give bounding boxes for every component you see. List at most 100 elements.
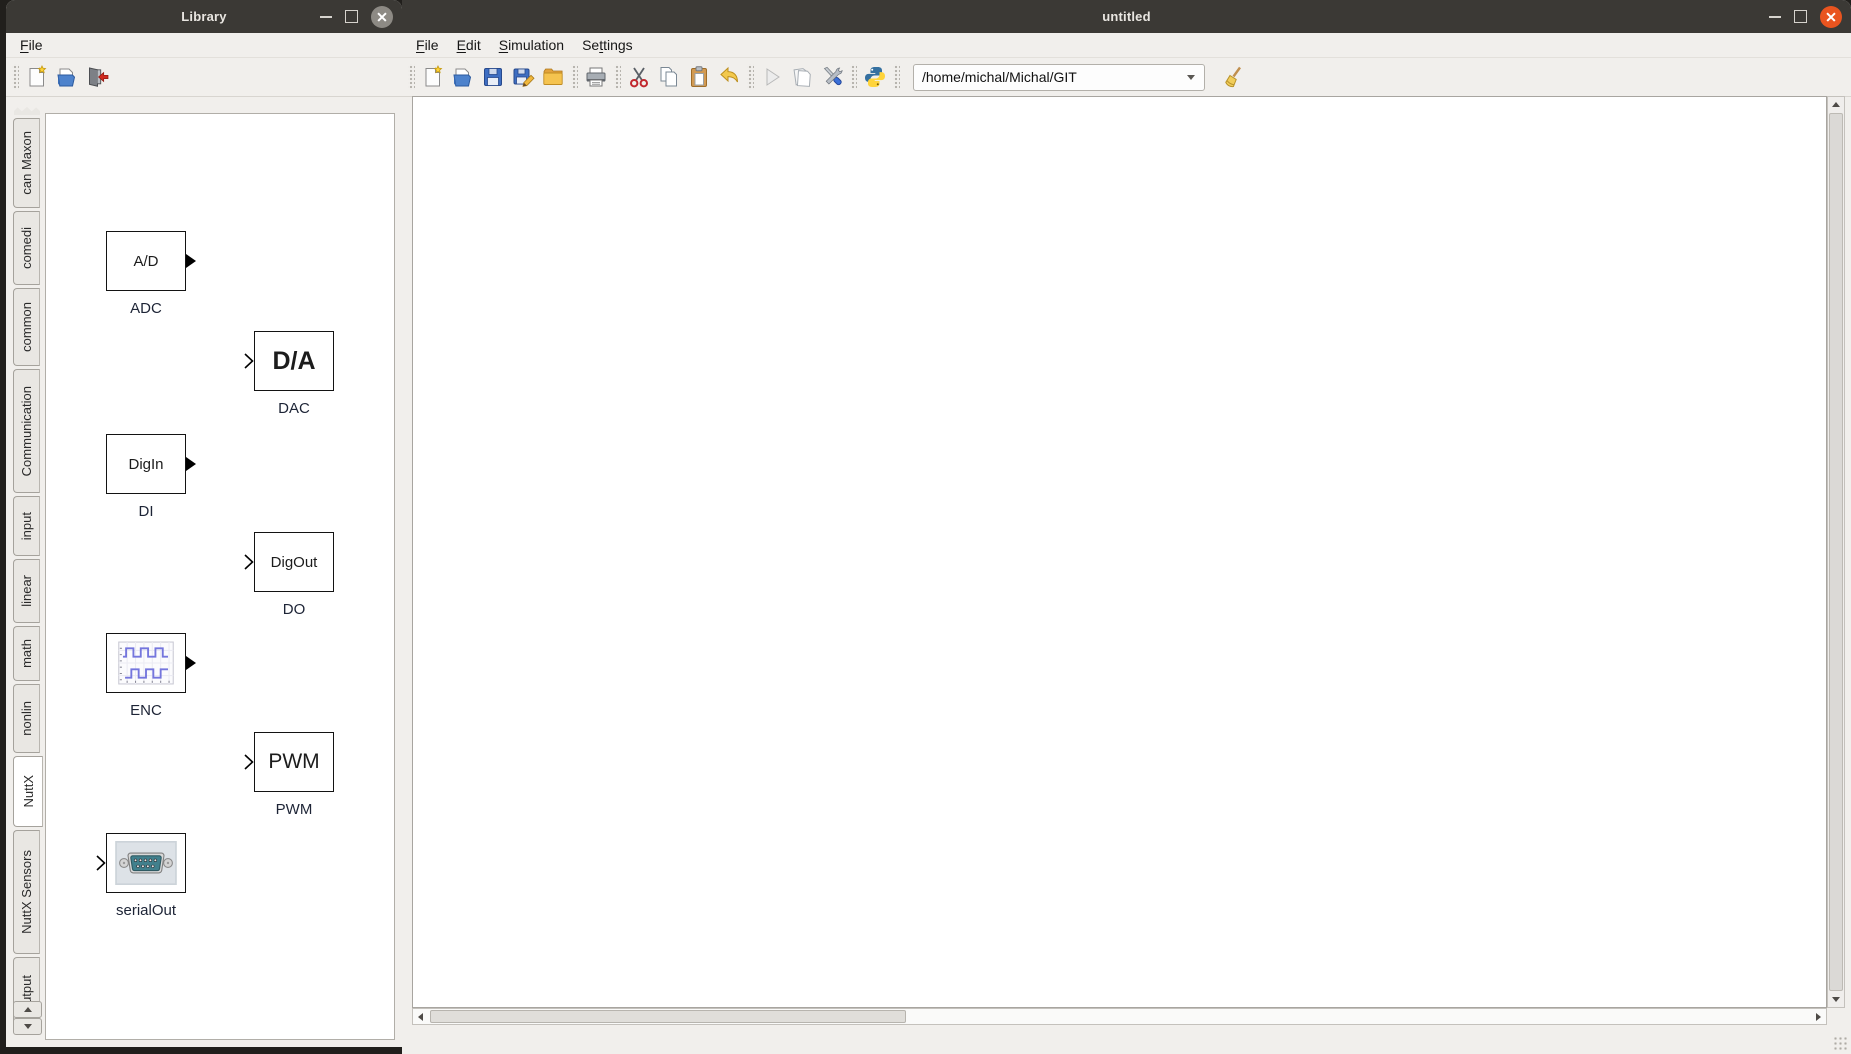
tab-label: linear xyxy=(19,575,34,607)
toolbar-drag-handle[interactable] xyxy=(408,64,415,90)
library-tabstrip: can Maxon comedi common Communication in… xyxy=(13,106,40,1030)
scroll-up-button[interactable] xyxy=(1828,97,1844,112)
copy-button[interactable] xyxy=(654,62,684,92)
library-canvas[interactable]: A/D ADC D/A DAC DigIn DI DigOut DO xyxy=(45,113,395,1040)
library-tab-math[interactable]: math xyxy=(13,626,40,681)
vertical-scrollbar[interactable] xyxy=(1827,96,1845,1008)
menu-label-accel: S xyxy=(499,37,508,53)
new-file-button[interactable] xyxy=(418,62,448,92)
block-pwm[interactable]: PWM xyxy=(254,732,334,792)
tools-button[interactable] xyxy=(817,62,847,92)
duplicate-button[interactable] xyxy=(787,62,817,92)
scroll-right-button[interactable] xyxy=(1811,1009,1826,1024)
open-folder-button[interactable] xyxy=(538,62,568,92)
tab-label: NuttX Sensors xyxy=(19,850,34,934)
diagram-canvas[interactable] xyxy=(412,96,1827,1008)
block-serialout[interactable] xyxy=(106,833,186,893)
save-as-button[interactable] xyxy=(508,62,538,92)
library-toolbar xyxy=(6,58,402,97)
window-controls xyxy=(320,0,393,33)
path-combobox[interactable]: /home/michal/Michal/GIT xyxy=(913,64,1205,91)
close-button[interactable] xyxy=(1820,6,1842,28)
exit-button[interactable] xyxy=(82,62,112,92)
cut-button[interactable] xyxy=(624,62,654,92)
right-arrow-icon xyxy=(1816,1013,1821,1021)
tab-scroll-up-button[interactable] xyxy=(13,1001,42,1018)
clean-button[interactable] xyxy=(1217,62,1247,92)
scroll-left-button[interactable] xyxy=(413,1009,428,1024)
maximize-button[interactable] xyxy=(1794,10,1807,23)
library-tab-nuttx-sensors[interactable]: NuttX Sensors xyxy=(13,830,40,954)
library-tab-input[interactable]: input xyxy=(13,496,40,556)
print-button[interactable] xyxy=(581,62,611,92)
input-port-icon[interactable] xyxy=(96,855,106,871)
save-icon xyxy=(481,65,505,89)
library-tab-nuttx[interactable]: NuttX xyxy=(13,756,43,827)
run-icon xyxy=(760,65,784,89)
toolbar-separator xyxy=(614,64,621,90)
block-text: PWM xyxy=(268,750,319,774)
new-file-button[interactable] xyxy=(22,62,52,92)
library-tab-common[interactable]: common xyxy=(13,288,40,366)
library-tab-can-maxon[interactable]: can Maxon xyxy=(13,118,40,208)
maximize-button[interactable] xyxy=(345,10,358,23)
toolbar-separator xyxy=(571,64,578,90)
menu-settings[interactable]: Settings xyxy=(573,33,642,57)
menu-edit[interactable]: Edit xyxy=(448,33,490,57)
clean-icon xyxy=(1220,65,1244,89)
menu-label-post: ile xyxy=(425,37,439,53)
tab-label: NuttX xyxy=(21,775,36,808)
library-tab-linear[interactable]: linear xyxy=(13,559,40,623)
block-dac[interactable]: D/A xyxy=(254,331,334,391)
block-do[interactable]: DigOut xyxy=(254,532,334,592)
block-label: PWM xyxy=(214,801,374,818)
menu-label-post: ile xyxy=(29,37,43,53)
library-titlebar[interactable]: Library xyxy=(6,0,402,33)
tab-label: input xyxy=(19,512,34,540)
open-icon xyxy=(451,65,475,89)
minimize-button[interactable] xyxy=(1769,16,1781,18)
menu-file[interactable]: File xyxy=(407,33,448,57)
encoder-waveform-icon xyxy=(115,641,177,685)
menu-simulation[interactable]: Simulation xyxy=(490,33,573,57)
paste-icon xyxy=(687,65,711,89)
python-button[interactable] xyxy=(860,62,890,92)
output-port-icon[interactable] xyxy=(186,457,196,471)
untitled-titlebar[interactable]: untitled xyxy=(402,0,1851,33)
toolbar-drag-handle[interactable] xyxy=(12,64,19,90)
library-tab-comedi[interactable]: comedi xyxy=(13,211,40,285)
tab-label: math xyxy=(19,639,34,668)
library-tab-nonlin[interactable]: nonlin xyxy=(13,684,40,753)
paste-button[interactable] xyxy=(684,62,714,92)
input-port-icon[interactable] xyxy=(244,554,254,570)
menu-label-post: imulation xyxy=(508,37,564,53)
open-button[interactable] xyxy=(448,62,478,92)
output-port-icon[interactable] xyxy=(186,254,196,268)
minimize-button[interactable] xyxy=(320,16,332,18)
close-button[interactable] xyxy=(371,6,393,28)
save-button[interactable] xyxy=(478,62,508,92)
menu-file[interactable]: File xyxy=(11,33,52,57)
input-port-icon[interactable] xyxy=(244,754,254,770)
run-button[interactable] xyxy=(757,62,787,92)
vertical-scrollbar-thumb[interactable] xyxy=(1829,113,1843,991)
block-enc[interactable] xyxy=(106,633,186,693)
scroll-down-button[interactable] xyxy=(1828,992,1844,1007)
tab-scroll-down-button[interactable] xyxy=(13,1018,42,1035)
block-di[interactable]: DigIn xyxy=(106,434,186,494)
horizontal-scrollbar-thumb[interactable] xyxy=(430,1010,906,1023)
scrolled-tab-stub xyxy=(14,106,40,115)
horizontal-scrollbar[interactable] xyxy=(412,1008,1827,1025)
library-tab-communication[interactable]: Communication xyxy=(13,369,40,493)
down-arrow-icon xyxy=(1832,997,1840,1002)
block-adc[interactable]: A/D xyxy=(106,231,186,291)
output-port-icon[interactable] xyxy=(186,656,196,670)
open-button[interactable] xyxy=(52,62,82,92)
undo-button[interactable] xyxy=(714,62,744,92)
input-port-icon[interactable] xyxy=(244,353,254,369)
block-text: D/A xyxy=(272,347,315,376)
block-label: ENC xyxy=(66,702,226,719)
library-menubar: File xyxy=(6,33,402,58)
block-label: serialOut xyxy=(66,902,226,919)
window-resize-grip[interactable] xyxy=(1833,1036,1847,1050)
